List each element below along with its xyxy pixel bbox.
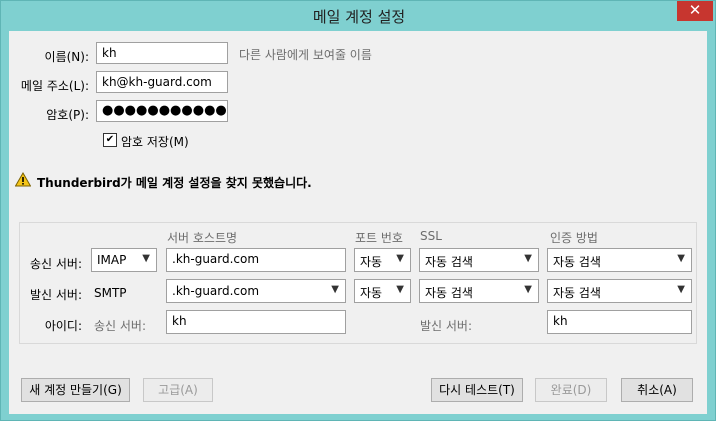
username-incoming-label: 송신 서버: xyxy=(94,319,147,333)
outgoing-port-select[interactable]: 자동 ▼ xyxy=(354,279,411,303)
chevron-down-icon: ▼ xyxy=(677,284,685,295)
dialog-body: 이름(N): kh 다른 사람에게 보여줄 이름 메일 주소(L): kh@kh… xyxy=(9,31,707,414)
outgoing-auth-value: 자동 검색 xyxy=(553,286,601,300)
chevron-down-icon: ▼ xyxy=(396,253,404,264)
username-label: 아이디: xyxy=(44,319,82,333)
warning-message: Thunderbird가 메일 계정 설정을 찾지 못했습니다. xyxy=(37,176,312,190)
incoming-port-value: 자동 xyxy=(360,255,383,269)
advanced-button[interactable]: 고급(A) xyxy=(143,378,213,402)
password-input[interactable]: ●●●●●●●●●●● xyxy=(96,100,228,122)
header-hostname: 서버 호스트명 xyxy=(167,231,238,245)
outgoing-ssl-value: 자동 검색 xyxy=(425,286,473,300)
incoming-server-label: 송신 서버: xyxy=(29,257,82,271)
close-icon: ✕ xyxy=(688,1,702,19)
done-button[interactable]: 완료(D) xyxy=(535,378,607,402)
name-hint: 다른 사람에게 보여줄 이름 xyxy=(239,48,372,62)
remember-password-label[interactable]: 암호 저장(M) xyxy=(121,133,189,150)
cancel-button[interactable]: 취소(A) xyxy=(621,378,693,402)
header-auth: 인증 방법 xyxy=(550,231,598,245)
checkmark-icon: ✔ xyxy=(105,134,115,145)
window-title: 메일 계정 설정 xyxy=(312,8,406,26)
incoming-username-input[interactable]: kh xyxy=(166,310,346,334)
email-input[interactable]: kh@kh-guard.com xyxy=(96,71,228,93)
close-button[interactable]: ✕ xyxy=(677,1,713,21)
header-ssl: SSL xyxy=(420,229,442,243)
warning-icon xyxy=(14,171,32,190)
outgoing-ssl-select[interactable]: 자동 검색 ▼ xyxy=(419,279,539,303)
outgoing-username-input[interactable]: kh xyxy=(547,310,692,334)
chevron-down-icon: ▼ xyxy=(524,284,532,295)
remember-password-checkbox[interactable]: ✔ xyxy=(103,133,117,147)
new-account-button[interactable]: 새 계정 만들기(G) xyxy=(21,378,130,402)
retest-button[interactable]: 다시 테스트(T) xyxy=(431,378,523,402)
title-bar[interactable]: 메일 계정 설정 ✕ xyxy=(1,1,716,31)
server-settings-panel: 서버 호스트명 포트 번호 SSL 인증 방법 송신 서버: IMAP ▼ .k… xyxy=(19,222,697,344)
chevron-down-icon: ▼ xyxy=(524,253,532,264)
outgoing-port-value: 자동 xyxy=(360,286,383,300)
incoming-hostname-input[interactable]: .kh-guard.com xyxy=(166,248,346,272)
name-label: 이름(N): xyxy=(44,50,89,64)
chevron-down-icon: ▼ xyxy=(396,284,404,295)
incoming-ssl-value: 자동 검색 xyxy=(425,255,473,269)
name-input[interactable]: kh xyxy=(96,42,228,64)
outgoing-auth-select[interactable]: 자동 검색 ▼ xyxy=(547,279,692,303)
password-label: 암호(P): xyxy=(46,108,89,122)
incoming-protocol-select[interactable]: IMAP ▼ xyxy=(91,248,157,272)
incoming-port-select[interactable]: 자동 ▼ xyxy=(354,248,411,272)
incoming-ssl-select[interactable]: 자동 검색 ▼ xyxy=(419,248,539,272)
username-outgoing-label: 발신 서버: xyxy=(420,319,473,333)
outgoing-hostname-value: .kh-guard.com xyxy=(172,284,260,298)
header-port: 포트 번호 xyxy=(355,231,403,245)
incoming-protocol-value: IMAP xyxy=(97,253,127,267)
email-label: 메일 주소(L): xyxy=(20,79,89,93)
chevron-down-icon: ▼ xyxy=(142,253,150,264)
mail-account-setup-window: 메일 계정 설정 ✕ 이름(N): kh 다른 사람에게 보여줄 이름 메일 주… xyxy=(0,0,716,421)
incoming-auth-select[interactable]: 자동 검색 ▼ xyxy=(547,248,692,272)
outgoing-hostname-combo[interactable]: .kh-guard.com ▼ xyxy=(166,279,346,303)
chevron-down-icon: ▼ xyxy=(677,253,685,264)
chevron-down-icon: ▼ xyxy=(331,284,339,295)
outgoing-server-label: 발신 서버: xyxy=(29,288,82,302)
incoming-auth-value: 자동 검색 xyxy=(553,255,601,269)
outgoing-protocol-text: SMTP xyxy=(94,286,127,300)
